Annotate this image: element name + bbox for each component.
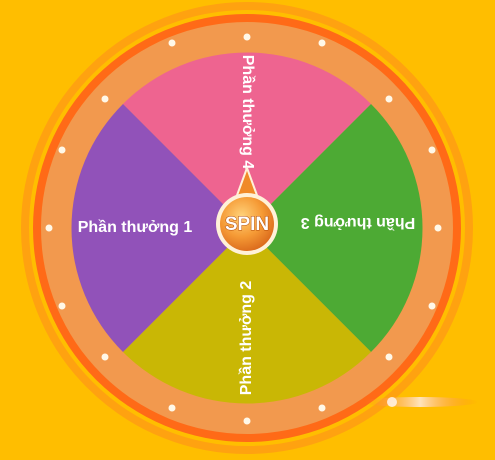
rim-bulb — [385, 353, 393, 361]
rim-bulb — [101, 95, 109, 103]
prize-label-1: Phần thưởng 1 — [78, 219, 193, 236]
rim-bulb — [318, 404, 326, 412]
rim-bulb — [318, 39, 326, 47]
spin-button[interactable]: SPIN — [216, 193, 278, 255]
prize-label-3: Phần thưởng 3 — [301, 214, 416, 231]
light-flare — [362, 397, 478, 407]
rim-bulb — [58, 302, 66, 310]
rim-bulb — [434, 224, 442, 232]
rim-bulb — [45, 224, 53, 232]
lucky-wheel-game: Phần thưởng 1 Phần thưởng 2 Phần thưởng … — [0, 0, 495, 460]
rim-bulb — [168, 404, 176, 412]
rim-bulb — [428, 302, 436, 310]
prize-label-4: Phần thưởng 4 — [239, 55, 256, 170]
rim-bulb — [243, 33, 251, 41]
light-flare-core — [387, 397, 397, 407]
rim-bulb — [243, 417, 251, 425]
spin-button-label[interactable]: SPIN — [224, 214, 269, 236]
rim-bulb — [58, 146, 66, 154]
prize-label-2: Phần thưởng 2 — [238, 281, 255, 396]
rim-bulb — [101, 353, 109, 361]
rim-bulb — [168, 39, 176, 47]
rim-bulb — [428, 146, 436, 154]
rim-bulb — [385, 95, 393, 103]
wheel: Phần thưởng 1 Phần thưởng 2 Phần thưởng … — [21, 2, 478, 454]
